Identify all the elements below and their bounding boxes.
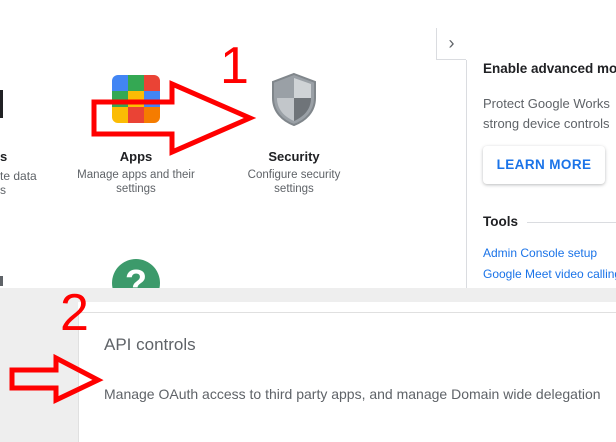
tools-divider — [527, 222, 616, 223]
api-controls-description: Manage OAuth access to third party apps,… — [104, 386, 601, 402]
side-panel-text-line-1: Protect Google Works — [483, 96, 610, 111]
partial-card-description: te data s — [0, 169, 37, 197]
shield-icon[interactable] — [270, 72, 318, 126]
apps-desc-line-1: Manage apps and their — [77, 169, 195, 181]
security-card-description: Configure security settings — [224, 168, 364, 196]
api-controls-title[interactable]: API controls — [104, 335, 196, 355]
api-controls-card[interactable]: API controls Manage OAuth access to thir… — [78, 312, 616, 442]
security-desc-line-2: settings — [274, 183, 314, 195]
section-gap — [0, 288, 616, 302]
security-desc-line-1: Configure security — [247, 169, 341, 181]
tools-heading: Tools — [483, 214, 518, 229]
annotation-arrow-2 — [9, 353, 104, 404]
partial-card-icon — [0, 90, 3, 118]
partial-desc-line-2: s — [0, 183, 6, 197]
annotation-number-2: 2 — [60, 284, 89, 342]
apps-desc-line-2: settings — [116, 183, 156, 195]
side-panel-text-line-2: strong device controls — [483, 116, 610, 131]
partial-card-title[interactable]: s — [0, 149, 7, 164]
learn-more-button[interactable]: LEARN MORE — [483, 146, 605, 184]
help-icon[interactable]: ? — [112, 259, 160, 288]
partial-desc-line-1: te data — [0, 169, 37, 183]
apps-card-description: Manage apps and their settings — [66, 168, 206, 196]
side-panel-text: Protect Google Works strong device contr… — [483, 94, 610, 134]
top-app-bar — [0, 0, 616, 28]
collapse-side-panel-button[interactable]: › — [436, 28, 466, 60]
partial-card-icon-lower — [0, 276, 3, 286]
annotation-arrow-1 — [91, 80, 257, 156]
google-meet-video-calling-link[interactable]: Google Meet video calling — [483, 267, 616, 281]
side-panel-divider — [466, 60, 467, 288]
admin-console-setup-link[interactable]: Admin Console setup — [483, 246, 597, 260]
side-panel-title: Enable advanced mob — [483, 61, 616, 76]
